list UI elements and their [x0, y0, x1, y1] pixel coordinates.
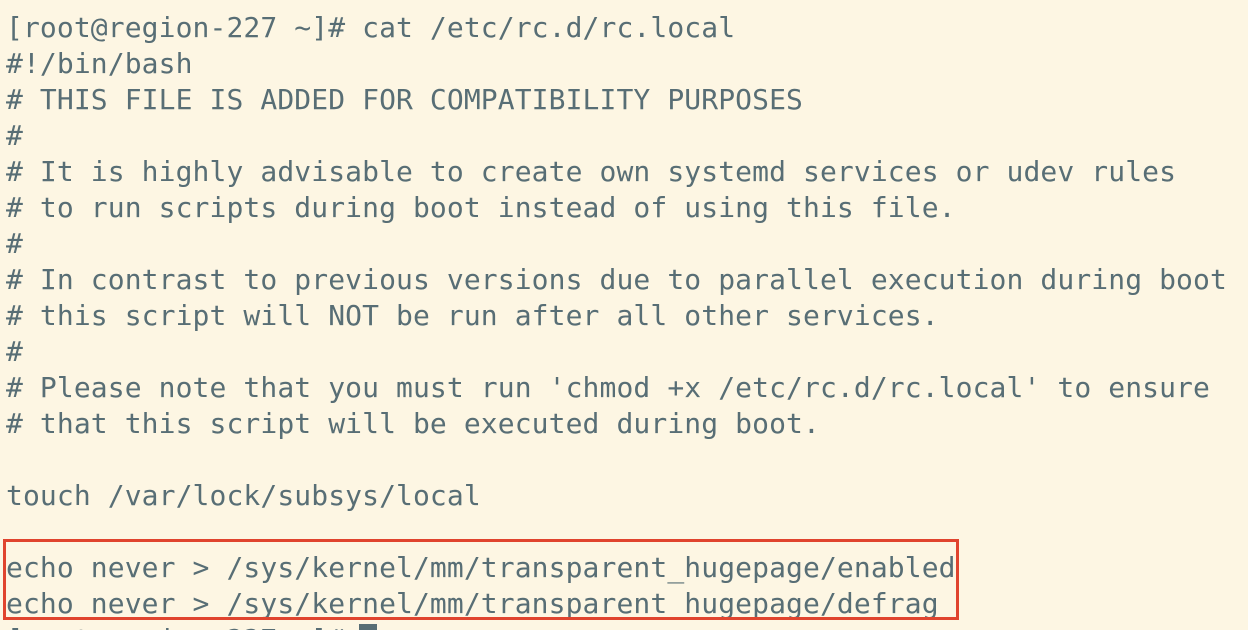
output-line: # It is highly advisable to create own s…	[6, 155, 1177, 188]
output-line: #!/bin/bash	[6, 47, 193, 80]
output-line: #	[6, 119, 23, 152]
output-line: # THIS FILE IS ADDED FOR COMPATIBILITY P…	[6, 83, 803, 116]
output-line: #	[6, 335, 23, 368]
highlight-annotation-box	[3, 539, 959, 620]
output-line: # In contrast to previous versions due t…	[6, 263, 1227, 296]
terminal-cursor	[359, 624, 377, 630]
output-line: # this script will NOT be run after all …	[6, 299, 939, 332]
output-line: #	[6, 227, 23, 260]
output-line: # that this script will be executed duri…	[6, 407, 820, 440]
output-line: # to run scripts during boot instead of …	[6, 191, 956, 224]
output-line: # Please note that you must run 'chmod +…	[6, 371, 1210, 404]
output-line: touch /var/lock/subsys/local	[6, 479, 481, 512]
command-line: [root@region-227 ~]# cat /etc/rc.d/rc.lo…	[6, 11, 736, 44]
prompt-line: [root@region-227 ~]#	[6, 622, 362, 630]
terminal-window[interactable]: [root@region-227 ~]# cat /etc/rc.d/rc.lo…	[0, 0, 1248, 630]
